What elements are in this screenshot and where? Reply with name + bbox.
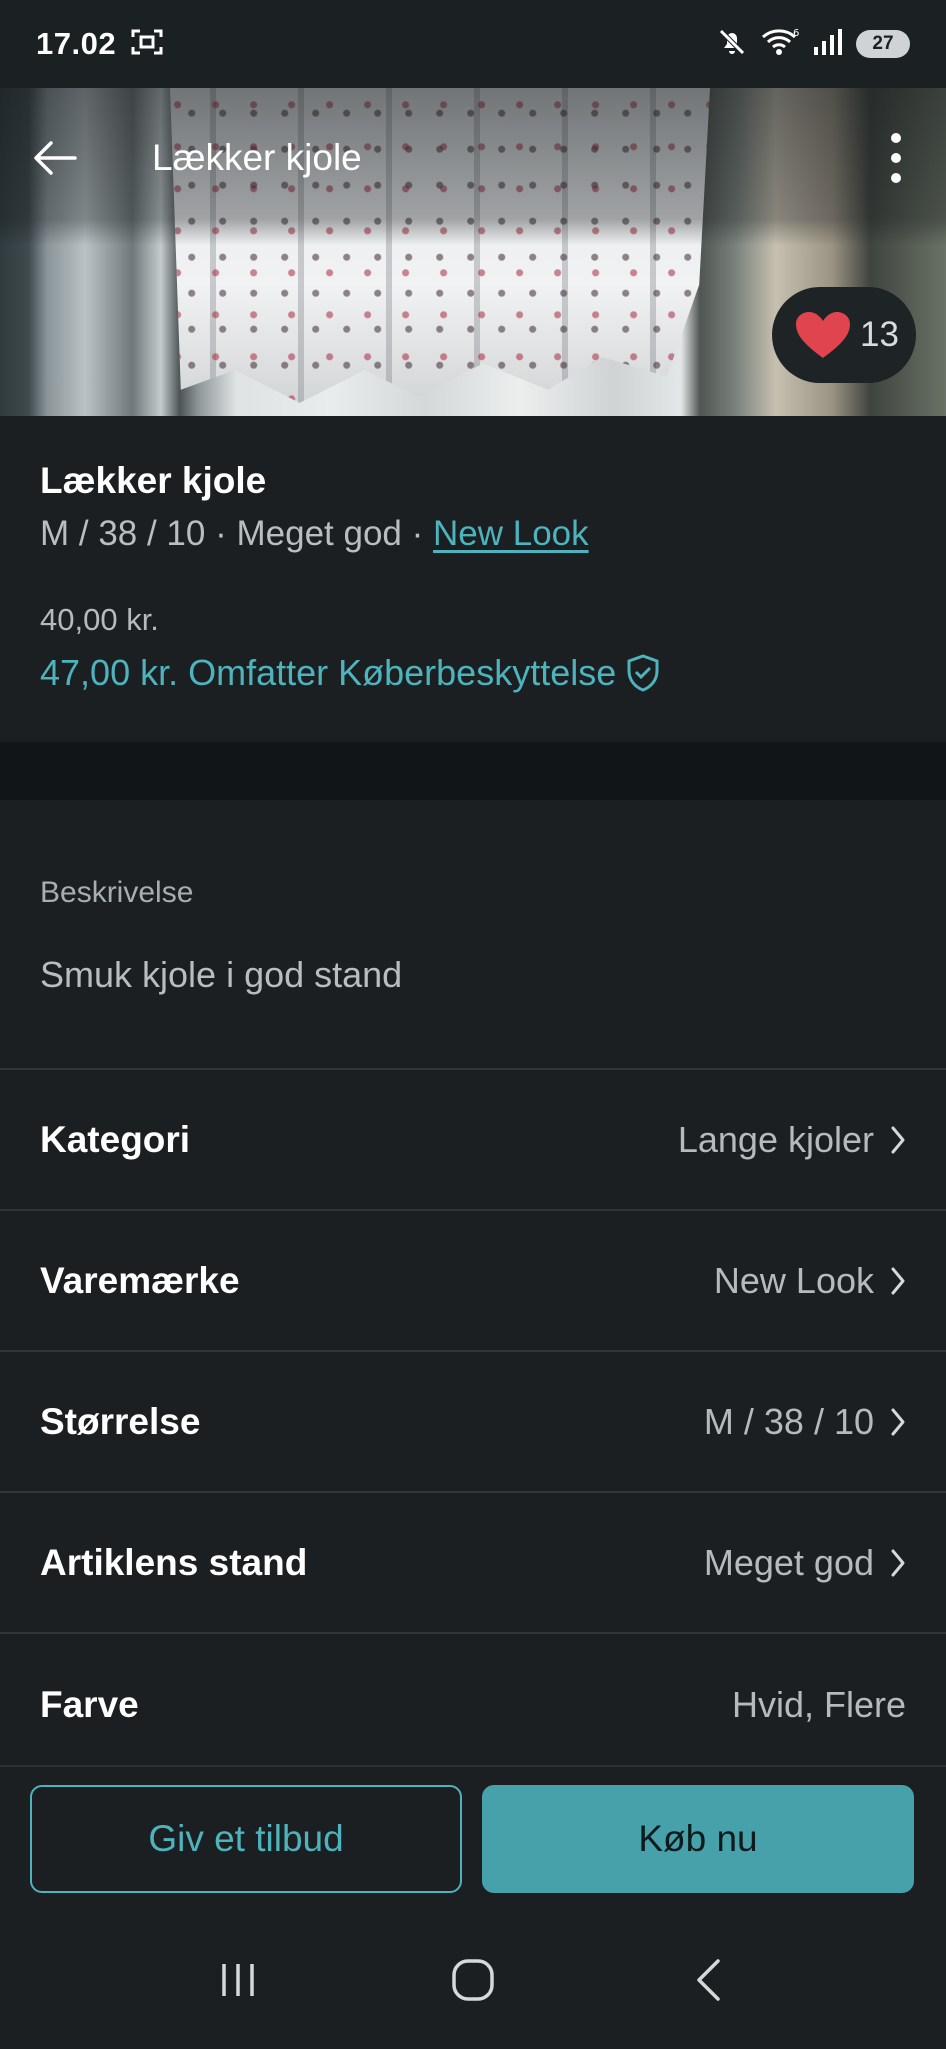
home-icon (452, 1958, 494, 2001)
detail-value-group: Meget god (704, 1542, 906, 1584)
item-meta: M / 38 / 10 · Meget god · New Look (40, 514, 906, 554)
description-label: Beskrivelse (40, 876, 194, 909)
toolbar-title: Lækker kjole (152, 137, 362, 178)
description-text: Smuk kjole i god stand (40, 954, 403, 995)
chevron-right-icon (891, 1126, 905, 1153)
shield-check-icon (627, 654, 659, 692)
home-button[interactable] (433, 1940, 513, 2020)
more-vertical-icon (891, 133, 901, 183)
total-price: 47,00 kr. (40, 652, 179, 693)
detail-label: Kategori (40, 1118, 191, 1160)
item-title: Lækker kjole (40, 460, 267, 501)
item-condition: Meget god (236, 514, 402, 553)
detail-value-group: Hvid, Flere (732, 1684, 906, 1726)
system-navigation-bar (0, 1910, 946, 2049)
chevron-right-icon (891, 1549, 905, 1576)
meta-separator: · (401, 514, 433, 553)
chevron-right-icon (891, 1267, 905, 1294)
item-details: Beskrivelse Smuk kjole i god stand Kateg… (0, 800, 946, 1765)
battery-indicator: 27 (856, 30, 910, 58)
item-size: M / 38 / 10 (40, 514, 206, 553)
detail-label: Farve (40, 1683, 139, 1725)
detail-row-size[interactable]: Størrelse M / 38 / 10 (0, 1352, 946, 1493)
system-back-button[interactable] (668, 1940, 748, 2020)
detail-row-brand[interactable]: Varemærke New Look (0, 1211, 946, 1352)
screenshot-icon (130, 27, 164, 62)
item-price: 40,00 kr. (40, 602, 159, 637)
make-offer-button[interactable]: Giv et tilbud (30, 1784, 462, 1893)
detail-value: Lange kjoler (677, 1118, 874, 1160)
detail-value-group: M / 38 / 10 (704, 1401, 906, 1443)
favourite-count: 13 (860, 315, 899, 354)
chevron-left-icon (697, 1958, 721, 2001)
status-time: 17.02 (36, 26, 117, 61)
signal-icon (812, 27, 844, 62)
item-summary: Lækker kjole M / 38 / 10 · Meget god · N… (0, 416, 946, 742)
wifi-icon: 6 (760, 26, 800, 63)
detail-value-group: New Look (714, 1260, 906, 1302)
toolbar: Lækker kjole (0, 88, 946, 228)
detail-label: Størrelse (40, 1400, 201, 1442)
detail-value: Hvid, Flere (731, 1683, 906, 1725)
chevron-right-icon (891, 1408, 905, 1435)
detail-row-category[interactable]: Kategori Lange kjoler (0, 1070, 946, 1211)
brand-link[interactable]: New Look (433, 514, 589, 553)
svg-text:6: 6 (793, 28, 799, 39)
detail-row-color: Farve Hvid, Flere (0, 1634, 946, 1775)
favourite-button[interactable]: 13 (772, 287, 916, 383)
detail-row-condition[interactable]: Artiklens stand Meget god (0, 1493, 946, 1634)
buyer-protection-price[interactable]: 47,00 kr. Omfatter Køberbeskyttelse (40, 652, 906, 694)
detail-value: New Look (713, 1259, 874, 1301)
detail-label: Artiklens stand (40, 1541, 308, 1583)
detail-value: Meget god (703, 1541, 874, 1583)
action-bar: Giv et tilbud Køb nu (0, 1765, 946, 1910)
meta-separator: · (205, 514, 237, 553)
detail-value: M / 38 / 10 (703, 1400, 874, 1442)
recent-apps-icon (221, 1963, 254, 1996)
description-section: Beskrivelse Smuk kjole i god stand (0, 800, 946, 1070)
status-bar: 17.02 6 27 (0, 0, 946, 88)
detail-label: Varemærke (40, 1259, 240, 1301)
detail-value-group: Lange kjoler (678, 1119, 906, 1161)
buy-now-button[interactable]: Køb nu (482, 1784, 914, 1893)
more-options-button[interactable] (876, 128, 916, 188)
back-button[interactable] (30, 133, 80, 183)
buyer-protection-label: Omfatter Køberbeskyttelse (188, 652, 617, 693)
mute-icon (716, 26, 748, 63)
heart-icon (796, 312, 850, 358)
arrow-left-icon (34, 141, 77, 175)
recent-apps-button[interactable] (198, 1940, 278, 2020)
section-divider (0, 742, 946, 800)
